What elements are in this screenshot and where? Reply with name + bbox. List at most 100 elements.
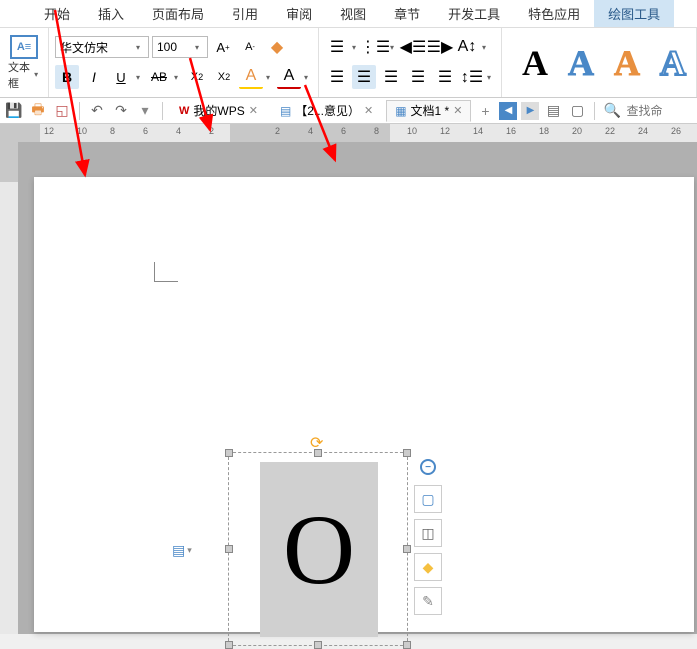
resize-handle-bl[interactable]	[225, 641, 233, 649]
resize-handle-br[interactable]	[403, 641, 411, 649]
strike-button[interactable]: AB	[147, 65, 171, 89]
search-icon[interactable]: 🔍	[602, 101, 622, 121]
line-spacing-button[interactable]: ↕☰	[460, 65, 484, 89]
ruler-tick: 10	[77, 126, 87, 136]
undo-icon[interactable]: ↶	[87, 101, 107, 121]
resize-handle-tr[interactable]	[403, 449, 411, 457]
underline-button[interactable]: U	[109, 65, 133, 89]
bullets-button[interactable]: ☰	[325, 35, 349, 59]
menu-pagelayout[interactable]: 页面布局	[138, 0, 218, 27]
justify-button[interactable]: ☰	[406, 65, 430, 89]
font-color-button[interactable]: A	[277, 65, 301, 89]
tab-doc2[interactable]: ▤ 【2...意见） ✕	[271, 100, 382, 122]
resize-handle-tl[interactable]	[225, 449, 233, 457]
nav-prev-button[interactable]: ◀	[499, 102, 517, 120]
collapse-panel-button[interactable]: −	[420, 459, 436, 475]
list-icon[interactable]: ▤	[543, 101, 563, 121]
save-icon[interactable]: 💾	[4, 101, 24, 121]
numbering-button[interactable]: ⋮☰	[363, 35, 387, 59]
document-area: ▤▾ ⟳ O − ▢ ◫ ◆ ✎	[0, 142, 697, 634]
ruler-tick: 12	[440, 126, 450, 136]
align-center-button[interactable]: ☰	[352, 65, 376, 89]
menu-view[interactable]: 视图	[326, 0, 380, 27]
redo-icon[interactable]: ↷	[111, 101, 131, 121]
font-size-combo[interactable]: 100▾	[152, 36, 208, 58]
menu-chapter[interactable]: 章节	[380, 0, 434, 27]
resize-handle-bm[interactable]	[314, 641, 322, 649]
menu-start[interactable]: 开始	[30, 0, 84, 27]
wps-icon: W	[179, 105, 189, 117]
underline-dropdown[interactable]: ▾	[136, 73, 144, 82]
margin-corner-mark	[154, 262, 178, 282]
italic-button[interactable]: I	[82, 65, 106, 89]
menu-special[interactable]: 特色应用	[514, 0, 594, 27]
wordart-style-3[interactable]: A	[604, 42, 650, 84]
ruler-tick: 8	[110, 126, 115, 136]
ruler-tick: 6	[341, 126, 346, 136]
nav-next-button[interactable]: ▶	[521, 102, 539, 120]
subscript-button[interactable]: X2	[212, 65, 236, 89]
outline-button[interactable]: ◆	[414, 553, 442, 581]
vertical-ruler[interactable]	[0, 142, 18, 634]
close-icon[interactable]: ✕	[453, 104, 462, 117]
menu-insert[interactable]: 插入	[84, 0, 138, 27]
text-box[interactable]: O	[260, 462, 378, 637]
font-color-dropdown[interactable]: ▾	[304, 73, 312, 82]
tab-mywps[interactable]: W 我的WPS ✕	[170, 100, 267, 122]
highlight-dropdown[interactable]: ▾	[266, 73, 274, 82]
menu-reference[interactable]: 引用	[218, 0, 272, 27]
textframe-icon[interactable]: A≡	[10, 35, 38, 59]
search-input[interactable]	[626, 104, 666, 118]
shrink-font-button[interactable]: A-	[238, 35, 262, 59]
resize-handle-mr[interactable]	[403, 545, 411, 553]
ruler-tick: 10	[407, 126, 417, 136]
highlight-button[interactable]: A	[239, 65, 263, 89]
strike-dropdown[interactable]: ▾	[174, 73, 182, 82]
more-icon[interactable]: ▾	[135, 101, 155, 121]
menu-devtools[interactable]: 开发工具	[434, 0, 514, 27]
print-icon[interactable]: 🖶	[28, 101, 48, 121]
ruler-tick: 14	[473, 126, 483, 136]
resize-handle-ml[interactable]	[225, 545, 233, 553]
preview-icon[interactable]: ◱	[52, 101, 72, 121]
ruler-tick: 2	[209, 126, 214, 136]
decrease-indent-button[interactable]: ◀☰	[401, 35, 425, 59]
page[interactable]: ▤▾ ⟳ O − ▢ ◫ ◆ ✎	[34, 177, 694, 632]
wordart-style-4[interactable]: A	[650, 42, 696, 84]
clear-format-button[interactable]: ◆	[265, 35, 289, 59]
effects-button[interactable]: ✎	[414, 587, 442, 615]
increase-indent-button[interactable]: ☰▶	[428, 35, 452, 59]
paragraph-group: ☰▾ ⋮☰▾ ◀☰ ☰▶ A↕▾ ☰ ☰ ☰ ☰ ☰ ↕☰▾	[319, 28, 502, 97]
align-left-button[interactable]: ☰	[325, 65, 349, 89]
textframe-label[interactable]: 文本框▾	[8, 59, 40, 91]
textbox-content: O	[283, 492, 355, 607]
new-tab-button[interactable]: +	[475, 101, 495, 121]
text-direction-button[interactable]: A↕	[455, 35, 479, 59]
ruler-tick: 18	[539, 126, 549, 136]
rotate-handle[interactable]: ⟳	[310, 433, 326, 449]
ruler-tick: 16	[506, 126, 516, 136]
layout-options-button[interactable]: ▢	[414, 485, 442, 513]
distribute-button[interactable]: ☰	[433, 65, 457, 89]
resize-handle-tm[interactable]	[314, 449, 322, 457]
ruler-tick: 8	[374, 126, 379, 136]
grow-font-button[interactable]: A+	[211, 35, 235, 59]
align-right-button[interactable]: ☰	[379, 65, 403, 89]
horizontal-ruler[interactable]: /* ticks added by binder below */ 121086…	[0, 124, 697, 142]
close-icon[interactable]: ✕	[364, 104, 373, 117]
insert-options-button[interactable]: ▤▾	[172, 542, 192, 559]
ruler-tick: 6	[143, 126, 148, 136]
menu-drawtools[interactable]: 绘图工具	[594, 0, 674, 27]
tab-doc1[interactable]: ▦ 文档1 * ✕	[386, 100, 471, 122]
layout-icon[interactable]: ▢	[567, 101, 587, 121]
wordart-group: A A A A	[502, 28, 697, 97]
menu-review[interactable]: 审阅	[272, 0, 326, 27]
fill-button[interactable]: ◫	[414, 519, 442, 547]
wordart-style-1[interactable]: A	[512, 42, 558, 84]
ruler-tick: 4	[176, 126, 181, 136]
font-name-combo[interactable]: 华文仿宋▾	[55, 36, 149, 58]
close-icon[interactable]: ✕	[249, 104, 258, 117]
wordart-style-2[interactable]: A	[558, 42, 604, 84]
bold-button[interactable]: B	[55, 65, 79, 89]
superscript-button[interactable]: X2	[185, 65, 209, 89]
